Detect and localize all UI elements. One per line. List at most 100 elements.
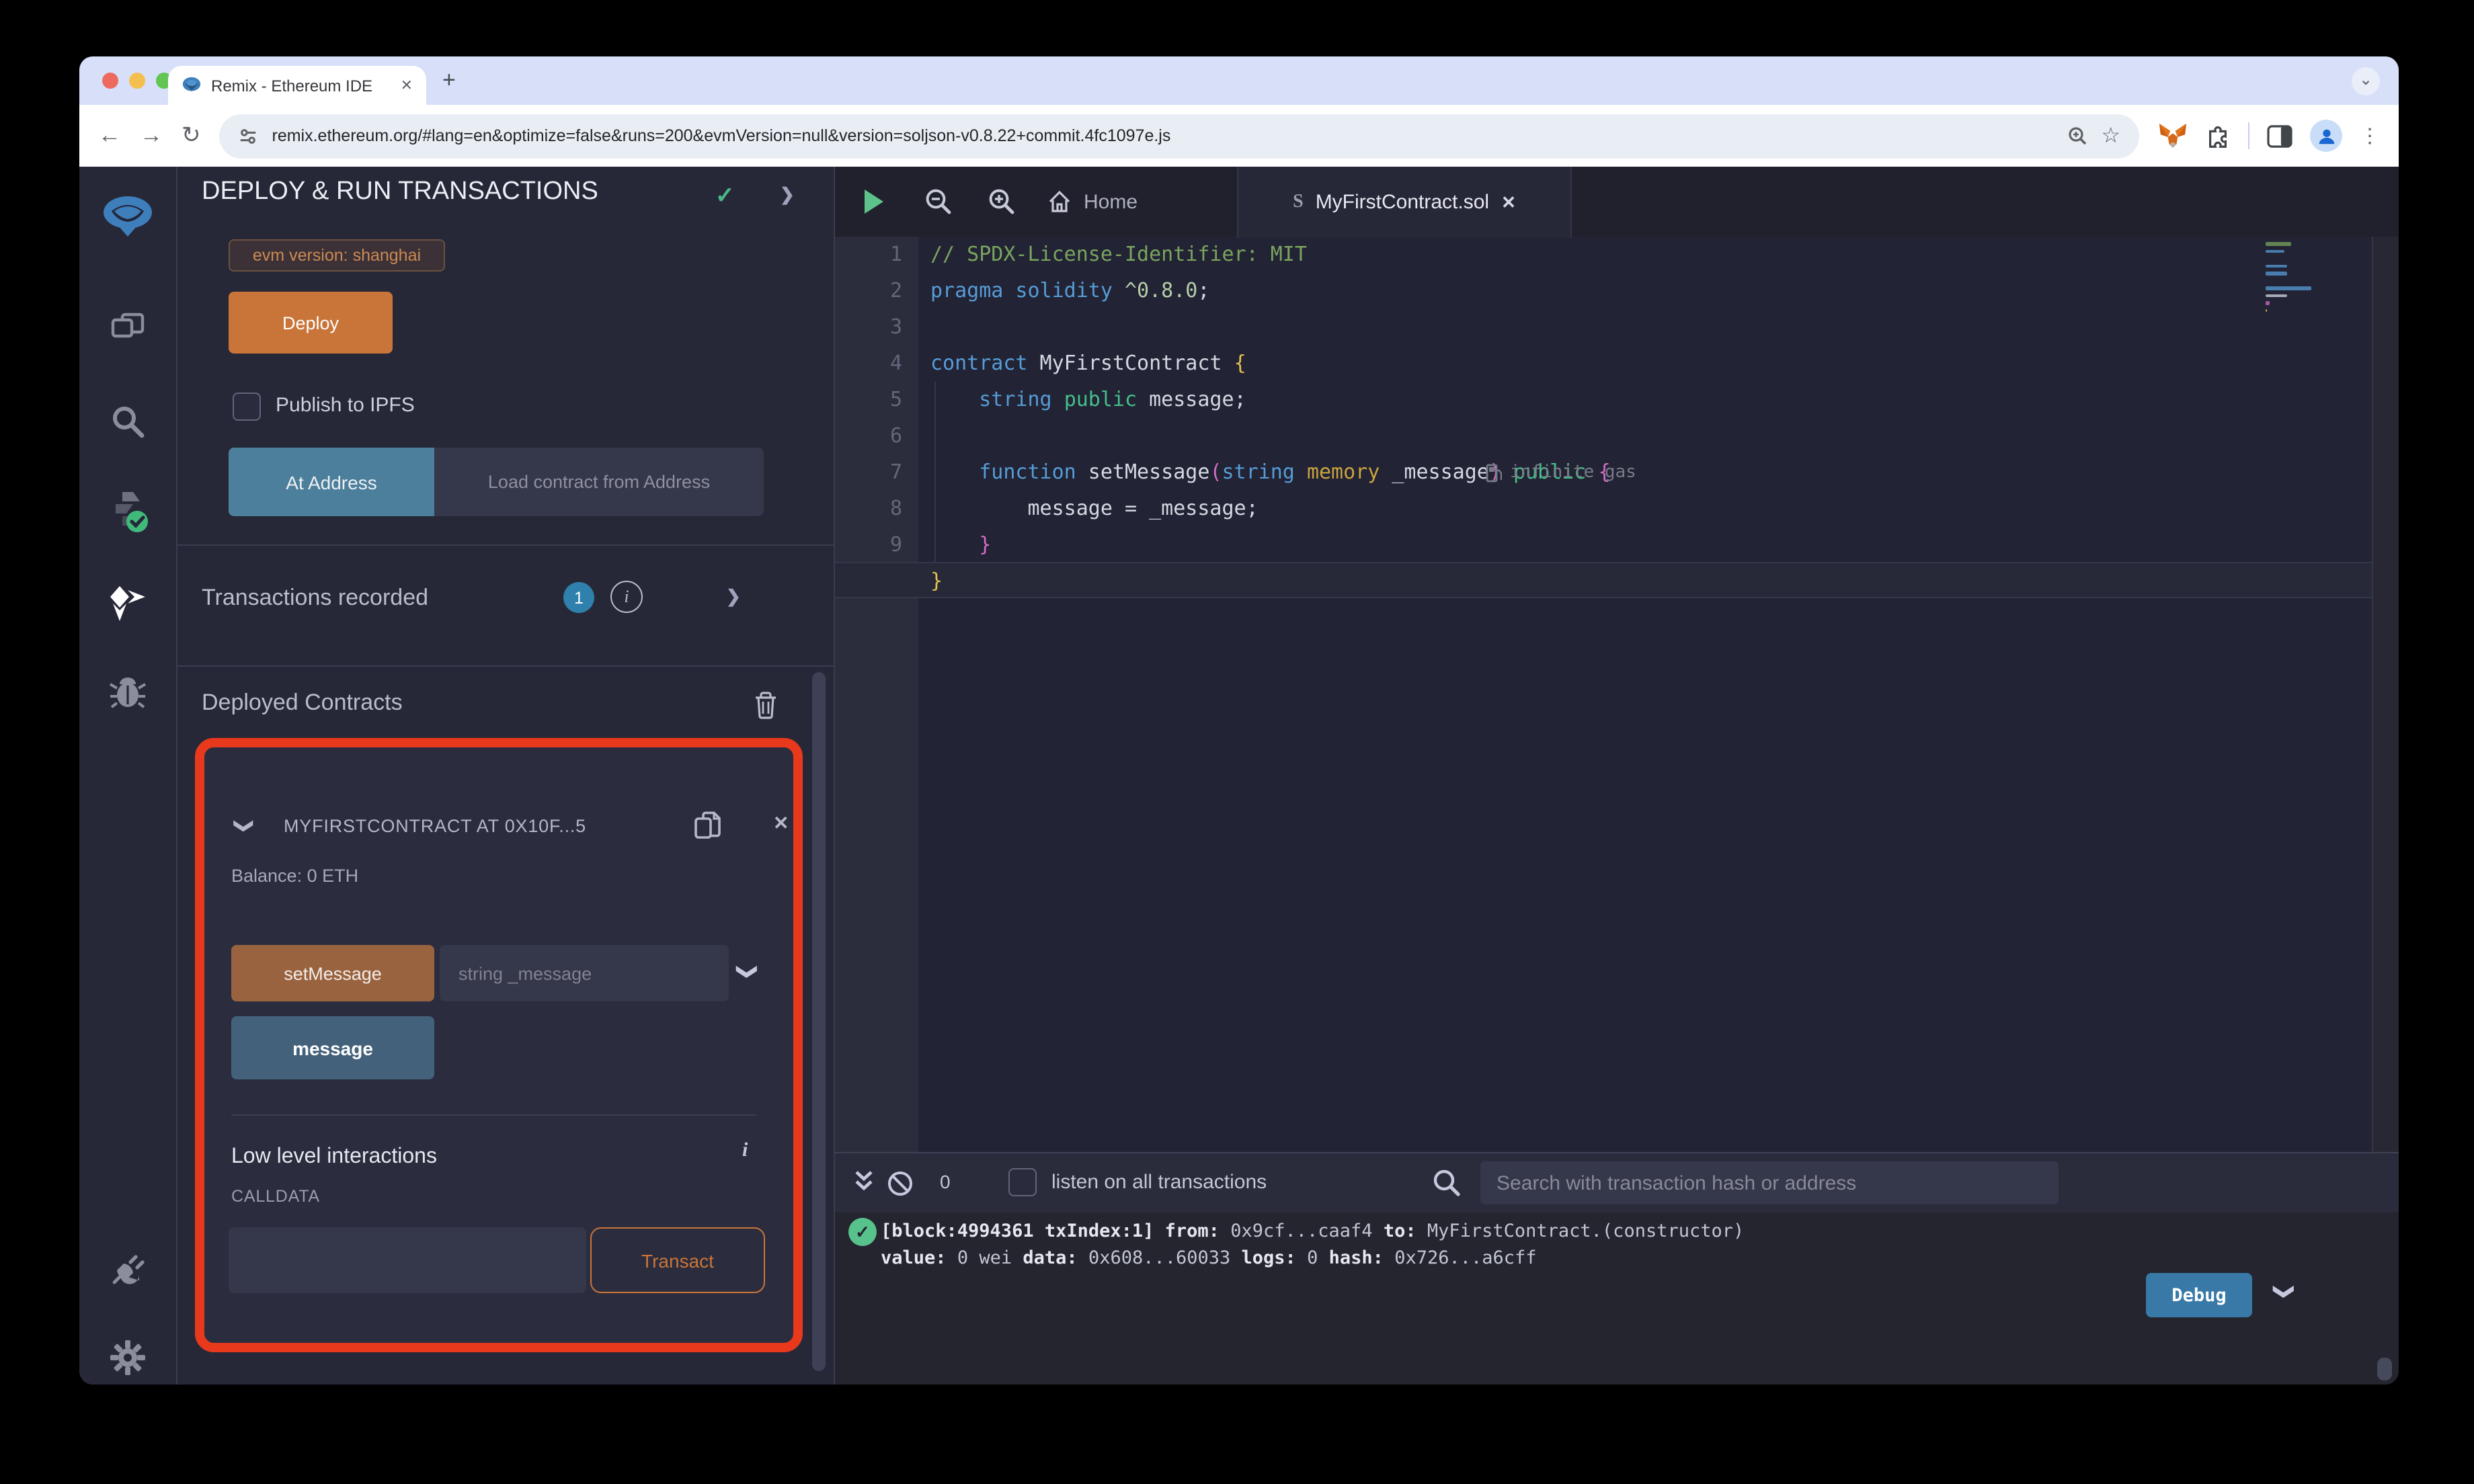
terminal-scrollbar[interactable] xyxy=(2377,1358,2392,1380)
search-icon[interactable] xyxy=(110,403,146,440)
code-line[interactable]: } xyxy=(930,563,943,600)
browser-tab[interactable]: Remix - Ethereum IDE ✕ xyxy=(168,66,426,105)
solidity-compiler-icon[interactable] xyxy=(105,489,151,535)
zoom-in-icon[interactable] xyxy=(987,187,1016,216)
home-icon xyxy=(1049,190,1070,212)
tx-log-line[interactable]: [block:4994361 txIndex:1] from: 0x9cf...… xyxy=(881,1218,1755,1245)
line-number: 3 xyxy=(889,315,902,339)
transactions-info-icon[interactable]: i xyxy=(610,581,643,613)
deployed-contract-title[interactable]: MYFIRSTCONTRACT AT 0X10F...5 xyxy=(284,816,687,836)
address-bar[interactable]: remix.ethereum.org/#lang=en&optimize=fal… xyxy=(219,114,2139,158)
extensions-puzzle-icon[interactable] xyxy=(2205,123,2231,149)
low-level-interactions-label: Low level interactions xyxy=(231,1145,437,1168)
deploy-button[interactable]: Deploy xyxy=(229,292,393,354)
transactions-recorded-label: Transactions recorded xyxy=(202,585,429,610)
code-line[interactable]: // SPDX-License-Identifier: MIT xyxy=(930,237,1307,273)
back-button[interactable]: ← xyxy=(98,122,121,149)
load-contract-input[interactable]: Load contract from Address xyxy=(434,448,764,516)
clear-console-icon[interactable] xyxy=(886,1169,914,1198)
transact-button[interactable]: Transact xyxy=(590,1227,765,1293)
forward-button[interactable]: → xyxy=(140,122,163,149)
terminal-search-input[interactable]: Search with transaction hash or address xyxy=(1480,1161,2059,1204)
message-getter-button[interactable]: message xyxy=(231,1016,434,1079)
code-line[interactable]: message = _message; xyxy=(930,491,1258,527)
line-number: 1 xyxy=(889,242,902,266)
profile-avatar[interactable] xyxy=(2310,120,2342,152)
new-tab-button[interactable]: + xyxy=(442,67,456,94)
code-line[interactable]: pragma solidity ^0.8.0; xyxy=(930,273,1209,309)
current-line-highlight xyxy=(835,562,2399,598)
tab-home[interactable]: Home xyxy=(1047,167,1138,237)
listen-transactions-checkbox[interactable] xyxy=(1008,1168,1037,1196)
editor-minimap[interactable] xyxy=(2266,242,2362,316)
remix-logo-icon[interactable] xyxy=(98,188,157,247)
deploy-run-icon[interactable] xyxy=(108,586,148,621)
code-line[interactable]: } xyxy=(930,527,991,563)
remix-favicon xyxy=(182,77,201,91)
side-panel-icon[interactable] xyxy=(2267,124,2292,147)
side-panel-scrollbar[interactable] xyxy=(812,672,826,1371)
traffic-lights[interactable] xyxy=(102,73,172,89)
close-window-button[interactable] xyxy=(102,73,118,89)
remix-app: DEPLOY & RUN TRANSACTIONS ✓ ❯ evm versio… xyxy=(79,167,2399,1385)
calldata-label: CALLDATA xyxy=(231,1187,320,1206)
log-expand-chevron-icon[interactable]: ❯ xyxy=(2273,1283,2297,1300)
debug-button[interactable]: Debug xyxy=(2146,1273,2252,1317)
set-message-expand-chevron-icon[interactable]: ❯ xyxy=(736,963,760,980)
zoom-page-icon[interactable] xyxy=(2066,125,2087,147)
clear-contracts-trash-icon[interactable] xyxy=(753,691,779,719)
listen-transactions-label: listen on all transactions xyxy=(1051,1171,1267,1194)
code-editor[interactable]: 12345678910 // SPDX-License-Identifier: … xyxy=(835,237,2399,1152)
contract-collapse-chevron-icon[interactable]: ❯ xyxy=(233,818,256,833)
run-script-play-icon[interactable] xyxy=(865,190,883,214)
bookmark-star-icon[interactable]: ☆ xyxy=(2101,122,2120,149)
tx-log-line[interactable]: value: 0 wei data: 0x608...60033 logs: 0… xyxy=(881,1245,1537,1272)
file-explorer-icon[interactable] xyxy=(110,312,145,347)
code-line[interactable]: string public message; xyxy=(930,382,1246,418)
set-message-button[interactable]: setMessage xyxy=(231,945,434,1001)
at-address-button[interactable]: At Address xyxy=(229,448,434,516)
publish-ipfs-checkbox[interactable] xyxy=(233,393,261,421)
url-text[interactable]: remix.ethereum.org/#lang=en&optimize=fal… xyxy=(272,126,2053,145)
tab-myfirstcontract[interactable]: S MyFirstContract.sol ✕ xyxy=(1237,167,1572,238)
tab-close-icon[interactable]: ✕ xyxy=(401,77,413,94)
debugger-icon[interactable] xyxy=(109,675,147,710)
reload-button[interactable]: ↻ xyxy=(182,122,201,149)
toolbar-extensions: ⋮ xyxy=(2158,120,2380,152)
zoom-out-icon[interactable] xyxy=(924,187,953,216)
plugin-manager-icon[interactable] xyxy=(109,1250,147,1288)
settings-gear-icon[interactable] xyxy=(109,1339,147,1376)
metamask-icon[interactable] xyxy=(2158,122,2188,149)
tab-search-chevron-icon[interactable]: ⌄ xyxy=(2352,67,2380,95)
pending-tx-count: 0 xyxy=(940,1171,951,1192)
gas-estimate-annotation: infinite gas xyxy=(1486,454,1636,491)
solidity-file-icon: S xyxy=(1293,192,1304,212)
close-file-tab-icon[interactable]: ✕ xyxy=(1501,192,1516,213)
browser-menu-icon[interactable]: ⋮ xyxy=(2360,124,2380,148)
panel-expand-chevron-icon[interactable]: ❯ xyxy=(780,184,795,206)
code-line[interactable]: contract MyFirstContract { xyxy=(930,345,1246,382)
set-message-input[interactable]: string _message xyxy=(440,945,729,1001)
editor-scrollbar-gutter[interactable] xyxy=(2372,237,2399,1152)
line-number: 9 xyxy=(889,532,902,556)
site-settings-icon[interactable] xyxy=(239,126,259,146)
terminal-expand-icon[interactable] xyxy=(854,1169,874,1195)
browser-tab-strip: Remix - Ethereum IDE ✕ + ⌄ xyxy=(79,56,2399,105)
tx-success-icon: ✓ xyxy=(848,1218,877,1246)
terminal-search-icon xyxy=(1433,1169,1460,1196)
low-level-info-icon[interactable]: i xyxy=(742,1140,748,1163)
deployed-contracts-label: Deployed Contracts xyxy=(202,690,403,715)
copy-address-icon[interactable] xyxy=(694,811,722,841)
line-number: 5 xyxy=(889,387,902,411)
compile-success-check-icon: ✓ xyxy=(715,183,735,208)
remove-contract-icon[interactable]: ✕ xyxy=(773,812,789,835)
transactions-expand-chevron-icon[interactable]: ❯ xyxy=(726,586,741,608)
minimize-window-button[interactable] xyxy=(129,73,145,89)
publish-ipfs-label: Publish to IPFS xyxy=(276,394,415,417)
calldata-input[interactable] xyxy=(229,1227,586,1293)
terminal-log: ✓ [block:4994361 txIndex:1] from: 0x9cf.… xyxy=(835,1212,2399,1385)
deploy-run-panel: DEPLOY & RUN TRANSACTIONS ✓ ❯ evm versio… xyxy=(177,167,835,1385)
gas-pump-icon xyxy=(1486,463,1502,482)
file-tab-label: MyFirstContract.sol xyxy=(1315,191,1490,214)
line-number: 7 xyxy=(889,460,902,484)
